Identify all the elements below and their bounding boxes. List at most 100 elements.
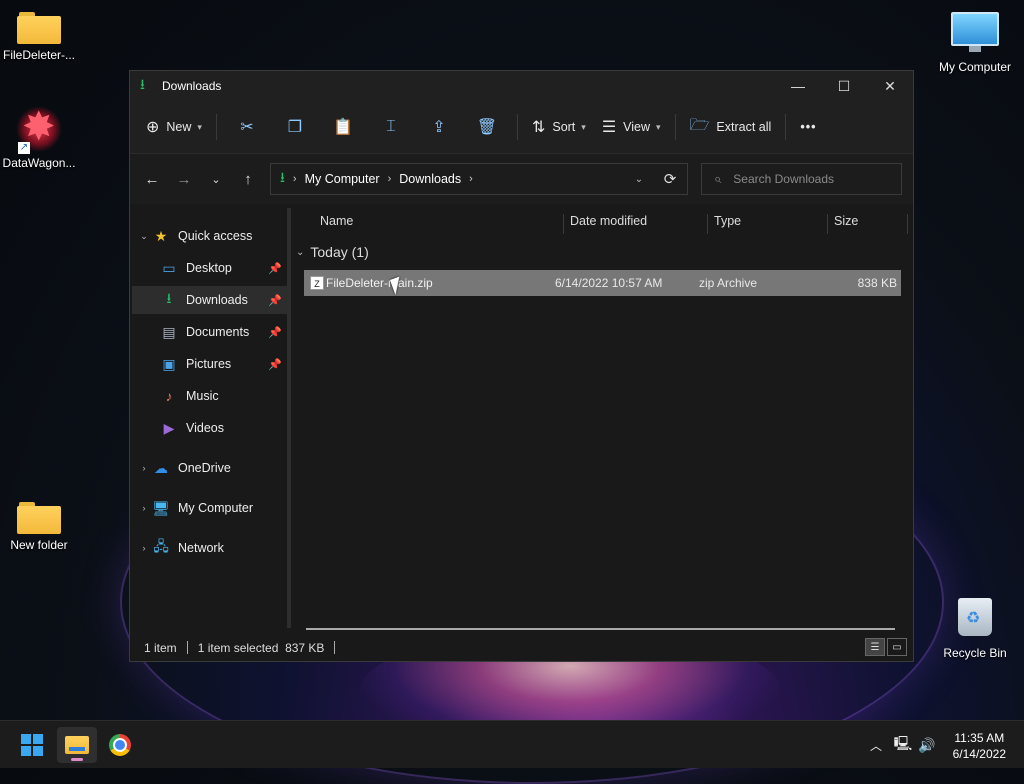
details-view-button[interactable]: ☰ xyxy=(865,638,885,656)
title-bar[interactable]: ⭳ Downloads — ☐ ✕ xyxy=(130,71,913,101)
toolbar-divider xyxy=(215,114,217,140)
sidebar-item-desktop[interactable]: ▭ Desktop 📌 xyxy=(160,254,288,282)
toolbar-divider xyxy=(674,114,676,140)
scissors-icon: ✂ xyxy=(240,119,254,136)
desktop-icon-filedeleter[interactable]: FileDeleter-... xyxy=(0,12,79,62)
view-lines-icon: ☰ xyxy=(601,119,617,136)
extract-folder-icon: 🗁 xyxy=(689,116,710,134)
zip-archive-icon: Z xyxy=(310,276,324,290)
new-button[interactable]: ⊕ New ▾ xyxy=(138,111,210,143)
column-header-date[interactable]: Date modified xyxy=(564,214,708,234)
cut-button[interactable]: ✂ xyxy=(223,111,271,143)
horizontal-scrollbar[interactable] xyxy=(306,628,895,630)
cloud-icon: ☁ xyxy=(154,459,168,476)
back-button[interactable]: ← xyxy=(136,164,168,194)
navigation-bar: ← → ⌄ ↑ ⭳ › My Computer › Downloads › ⌄ … xyxy=(130,154,913,204)
desktop-icon-label: Recycle Bin xyxy=(943,646,1007,660)
column-header-type[interactable]: Type xyxy=(708,214,828,234)
copy-button[interactable]: ❐ xyxy=(271,111,319,143)
minimize-button[interactable]: — xyxy=(775,71,821,101)
share-button[interactable]: ⇪ xyxy=(415,111,463,143)
taskbar: ︿ 🖳 🔊 11:35 AM 6/14/2022 xyxy=(0,720,1024,768)
sidebar-item-downloads[interactable]: ⭳ Downloads 📌 xyxy=(132,286,288,314)
search-icon: ⌕ xyxy=(714,171,722,186)
pin-icon[interactable]: 📌 xyxy=(268,358,282,371)
delete-button[interactable]: 🗑 xyxy=(463,111,511,143)
view-button[interactable]: ☰ View ▾ xyxy=(594,111,669,143)
clock-date: 6/14/2022 xyxy=(952,747,1006,761)
group-header-today[interactable]: ⌄ Today (1) xyxy=(296,244,369,260)
recent-locations-button[interactable]: ⌄ xyxy=(200,164,232,194)
monitor-icon xyxy=(951,12,999,52)
sidebar-item-videos[interactable]: ▶ Videos xyxy=(160,414,288,442)
sidebar-item-onedrive[interactable]: › ☁ OneDrive xyxy=(136,454,286,482)
group-label: Today (1) xyxy=(310,244,369,260)
column-header-size[interactable]: Size xyxy=(828,214,908,234)
file-list-pane: Name Date modified Type Size ⌄ Today (1)… xyxy=(292,204,913,634)
monitor-icon: 🖥 xyxy=(152,499,170,516)
sidebar-item-network[interactable]: › 🖧 Network xyxy=(136,534,286,562)
clock[interactable]: 11:35 AM 6/14/2022 xyxy=(953,730,1006,762)
sidebar-item-quick-access[interactable]: ⌄ ★ Quick access xyxy=(136,222,286,250)
pin-icon[interactable]: 📌 xyxy=(268,262,282,275)
sidebar-scrollbar[interactable] xyxy=(287,208,291,628)
start-button[interactable] xyxy=(12,727,52,763)
address-bar[interactable]: ⭳ › My Computer › Downloads › ⌄ ⟳ xyxy=(270,163,688,195)
more-options-button[interactable]: ••• xyxy=(792,111,824,143)
chevron-right-icon: › xyxy=(292,173,297,185)
document-icon: ▤ xyxy=(162,323,176,340)
arrow-left-icon: ← xyxy=(144,170,160,188)
recycle-bin-icon: ♻ xyxy=(958,598,992,636)
rename-button[interactable]: ⌶ xyxy=(367,111,415,143)
clock-time: 11:35 AM xyxy=(954,731,1005,745)
chevron-right-icon: › xyxy=(142,503,146,513)
extract-all-button[interactable]: 🗁 Extract all xyxy=(682,111,780,143)
taskbar-chrome[interactable] xyxy=(100,727,140,763)
desktop-icon-my-computer[interactable]: My Computer xyxy=(935,12,1015,74)
chevron-right-icon[interactable]: › xyxy=(469,173,473,185)
chrome-icon xyxy=(109,734,131,756)
chevron-down-icon: ▾ xyxy=(197,121,202,132)
chevron-down-icon: ▾ xyxy=(581,121,586,132)
desktop-icon-new-folder[interactable]: New folder xyxy=(0,502,79,552)
breadcrumb-my-computer[interactable]: My Computer xyxy=(305,172,380,186)
sidebar-item-label: Videos xyxy=(186,421,224,435)
music-icon: ♪ xyxy=(165,388,173,404)
sidebar-item-my-computer[interactable]: › 🖥 My Computer xyxy=(136,494,286,522)
sidebar-item-label: Desktop xyxy=(186,261,232,275)
forward-button[interactable]: → xyxy=(168,164,200,194)
sidebar-item-pictures[interactable]: ▣ Pictures 📌 xyxy=(160,350,288,378)
desktop-icon-recycle-bin[interactable]: ♻ Recycle Bin xyxy=(935,598,1015,660)
desktop-icon-datawagon[interactable]: ↗ DataWagon... xyxy=(0,104,79,170)
breadcrumb-downloads[interactable]: Downloads xyxy=(399,172,461,186)
pin-icon[interactable]: 📌 xyxy=(268,326,282,339)
address-dropdown-button[interactable]: ⌄ xyxy=(625,174,653,185)
close-button[interactable]: ✕ xyxy=(867,71,913,101)
sidebar-item-label: Downloads xyxy=(186,293,248,307)
chevron-up-icon[interactable]: ︿ xyxy=(866,737,886,754)
sidebar-item-label: Quick access xyxy=(178,229,253,243)
volume-icon[interactable]: 🔊 xyxy=(916,737,938,754)
paste-button[interactable]: 📋 xyxy=(319,111,367,143)
sort-arrows-icon: ⇅ xyxy=(531,119,546,136)
desktop-icon-label: New folder xyxy=(10,538,68,552)
new-label: New xyxy=(166,120,192,134)
taskbar-file-explorer[interactable] xyxy=(57,727,97,763)
column-header-name[interactable]: Name xyxy=(314,214,564,234)
windows-logo-icon xyxy=(21,734,43,756)
sidebar-item-documents[interactable]: ▤ Documents 📌 xyxy=(160,318,288,346)
pin-icon[interactable]: 📌 xyxy=(268,294,282,307)
maximize-button[interactable]: ☐ xyxy=(821,71,867,101)
search-box[interactable]: ⌕ xyxy=(701,163,902,195)
network-status-icon[interactable]: 🖳 xyxy=(890,733,916,757)
up-button[interactable]: ↑ xyxy=(232,164,264,194)
trash-icon: 🗑 xyxy=(476,119,498,136)
file-type: zip Archive xyxy=(699,276,758,290)
sort-button[interactable]: ⇅ Sort ▾ xyxy=(524,111,594,143)
refresh-button[interactable]: ⟳ xyxy=(653,170,687,188)
status-divider xyxy=(334,641,336,654)
tiles-view-button[interactable]: ▭ xyxy=(887,638,907,656)
search-input[interactable] xyxy=(731,171,886,187)
toolbar-divider xyxy=(516,114,518,140)
sidebar-item-music[interactable]: ♪ Music xyxy=(160,382,288,410)
